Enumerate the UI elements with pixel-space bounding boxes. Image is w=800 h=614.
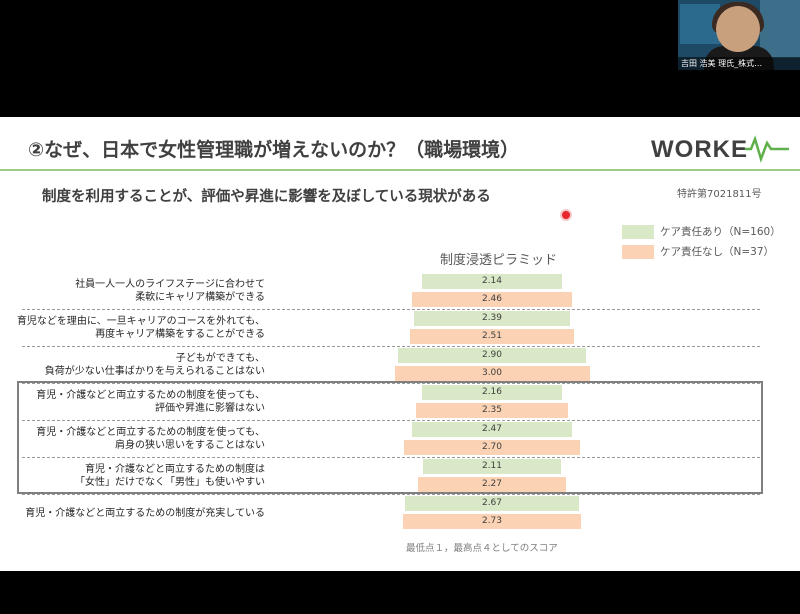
legend-label: ケア責任なし（N=37） [660,246,775,258]
category-label-line: 育児などを理由に、一旦キャリアのコースを外れても、 [16,316,265,327]
patent-number: 特許第7021811号 [677,189,762,200]
legend-item-nocare: ケア責任なし（N=37） [622,245,782,259]
category-label: 育児・介護などと両立するための制度が充実している [25,507,265,520]
category-label: 子どもができても、負荷が少ない仕事ばかりを与えられることはない [45,352,265,378]
legend-item-care: ケア責任あり（N=160） [622,225,782,239]
bar-value-label: 3.00 [481,368,503,378]
bar-value-label: 2.67 [481,498,503,508]
row-separator [22,346,760,347]
category-label-line: 負荷が少ない仕事ばかりを与えられることはない [44,366,265,377]
bar-value-label: 2.51 [481,331,503,341]
category-label-line: 再度キャリア構築をすることができる [95,329,265,340]
slide-subtitle: 制度を利用することが、評価や昇進に影響を及ぼしている現状がある [42,189,491,205]
bar-value-label: 2.46 [481,294,503,304]
slide-title: ②なぜ、日本で女性管理職が増えないのか？（職場環境） [28,139,520,161]
participant-name: 吉田 浩美 理氏_株式… [678,57,800,70]
participant-video[interactable]: 吉田 浩美 理氏_株式… [678,0,800,70]
row-separator [22,309,760,310]
highlight-box [17,381,763,494]
presentation-slide: ②なぜ、日本で女性管理職が増えないのか？（職場環境） WORK E 制度を利用す… [0,117,800,571]
bar-value-label: 2.14 [481,276,503,286]
logo-pulse-icon [745,135,789,163]
category-label-line: 子どもができても、 [175,353,265,364]
legend-label: ケア責任あり（N=160） [660,226,781,238]
laser-pointer-icon [562,211,570,219]
participant-face [716,6,760,52]
category-label: 育児などを理由に、一旦キャリアのコースを外れても、再度キャリア構築をすることがで… [17,315,265,341]
logo-text-e: E [731,136,747,163]
category-label-line: 社員一人一人のライフステージに合わせて [75,279,265,290]
bar-value-label: 2.39 [481,313,503,323]
bar-value-label: 2.90 [481,350,503,360]
category-label-line: 柔軟にキャリア構築ができる [135,292,265,303]
legend-swatch-green [622,225,654,239]
legend-swatch-orange [622,245,654,259]
row-separator [22,494,760,495]
chart-title: 制度浸透ピラミッド [440,253,558,268]
score-footnote: 最低点１，最高点４としてのスコア [406,543,558,554]
bar-value-label: 2.73 [481,516,503,526]
title-underline [0,169,800,171]
category-label-line: 育児・介護などと両立するための制度が充実している [25,507,265,519]
workevx-logo: WORK E [651,135,789,163]
category-label: 社員一人一人のライフステージに合わせて柔軟にキャリア構築ができる [75,278,265,304]
logo-text: WORK [651,136,731,163]
